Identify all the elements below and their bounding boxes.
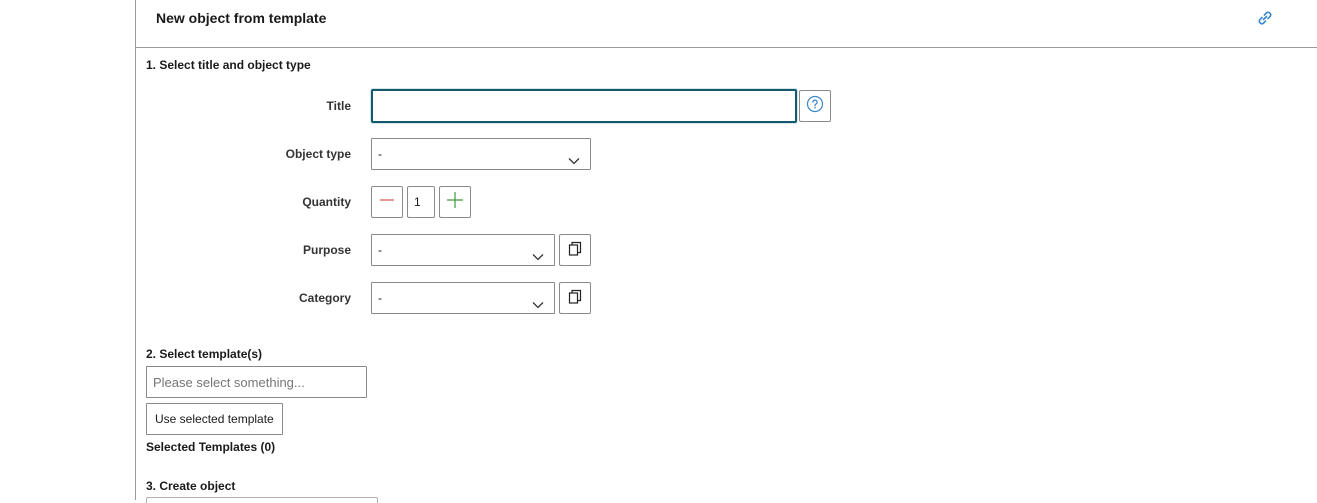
category-label: Category [298,291,351,305]
quantity-decrement-button[interactable] [371,186,403,218]
category-value: - [378,291,382,305]
copy-icon [567,288,583,309]
section2-heading: 2. Select template(s) [146,347,263,361]
category-select[interactable]: - [371,282,555,314]
copy-icon [567,240,583,261]
purpose-copy-button[interactable] [559,234,591,266]
question-circle-icon [806,95,824,118]
help-button[interactable] [799,90,831,122]
panel-title: New object from template [156,10,327,26]
object-type-label: Object type [285,147,351,161]
purpose-select[interactable]: - [371,234,555,266]
quantity-label: Quantity [302,195,351,209]
left-gutter [0,0,135,500]
section3-heading: 3. Create object [146,479,236,493]
panel-header: New object from template [136,0,1317,48]
create-object-button[interactable] [146,497,378,503]
chevron-down-icon [568,148,580,165]
template-panel: New object from template 1. Select title… [135,0,1317,503]
chevron-down-icon [532,244,544,261]
template-search-input[interactable] [146,366,367,398]
object-type-value: - [378,147,382,161]
title-input[interactable] [371,89,797,123]
link-icon[interactable] [1255,8,1275,28]
section1-heading: 1. Select title and object type [146,58,311,72]
use-selected-template-button[interactable]: Use selected template [146,403,283,435]
quantity-increment-button[interactable] [439,186,471,218]
purpose-label: Purpose [302,243,351,257]
title-label: Title [326,99,351,113]
category-copy-button[interactable] [559,282,591,314]
selected-templates-label: Selected Templates (0) [146,440,276,454]
quantity-value[interactable]: 1 [407,186,435,218]
purpose-value: - [378,243,382,257]
chevron-down-icon [532,292,544,309]
plus-icon [446,191,464,214]
object-type-select[interactable]: - [371,138,591,170]
minus-icon [379,192,395,213]
